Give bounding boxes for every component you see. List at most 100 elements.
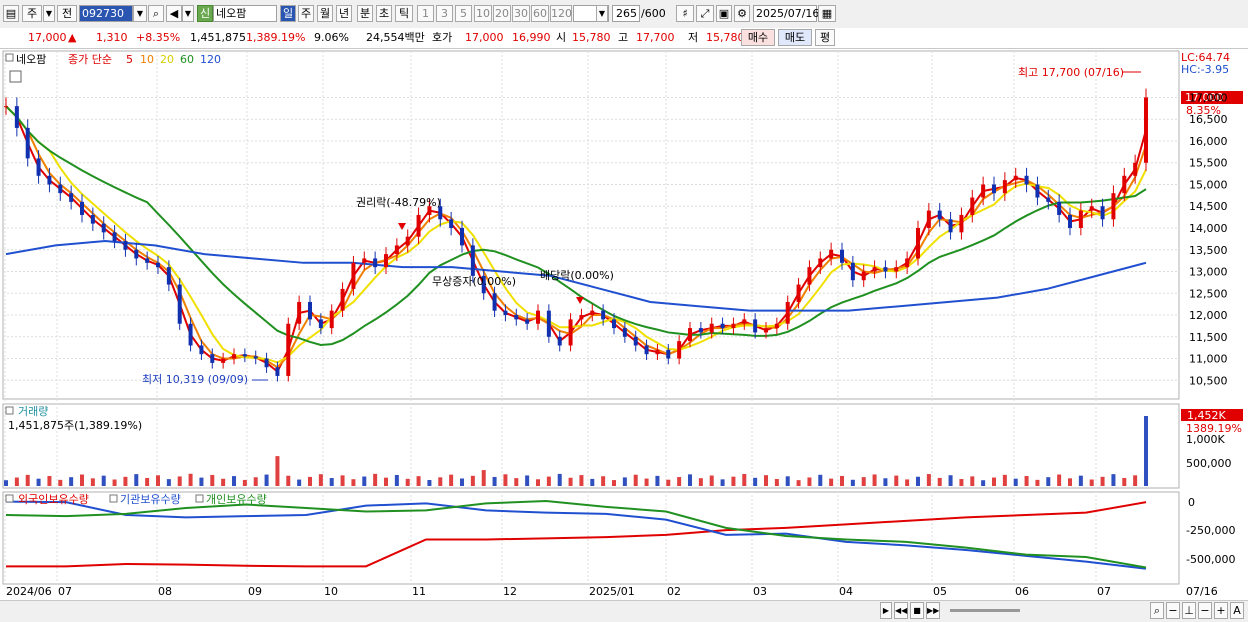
candle-body [883, 267, 888, 272]
gear-icon[interactable]: ⚙ [734, 5, 750, 22]
menu-left[interactable]: 주 [22, 5, 42, 22]
chart-area[interactable]: 네오팜 종가 단순 5 10 20 60 120 LC:64.74 HC:-3.… [0, 49, 1248, 603]
menu-left-dropdown-icon[interactable]: ▼ [43, 5, 55, 22]
volume-panel-box-icon[interactable] [5, 406, 14, 415]
candle-type-icon[interactable]: ♯ [676, 5, 694, 22]
speaker-icon[interactable]: ◀ [166, 5, 182, 22]
volume-bar [112, 479, 117, 486]
interval-10[interactable]: 10 [474, 5, 492, 22]
holding-panel-box-icon[interactable] [5, 494, 14, 503]
volume-bar [362, 476, 367, 486]
volume-bar [807, 477, 812, 486]
candle-body [1002, 180, 1007, 194]
minus2-icon[interactable]: − [1198, 602, 1212, 619]
interval-3[interactable]: 3 [436, 5, 453, 22]
eval-button[interactable]: 평 [815, 29, 835, 46]
candle-body [709, 323, 714, 333]
rewind-icon[interactable]: ◀◀ [894, 602, 908, 619]
volume-bar [546, 476, 551, 486]
zoom-slider[interactable] [950, 609, 1020, 612]
candle-body [405, 236, 410, 246]
search-icon[interactable]: ⌕ [148, 5, 164, 22]
candle-body [1111, 193, 1116, 220]
save-icon[interactable]: ▣ [716, 5, 732, 22]
ma-120-label: 120 [200, 53, 221, 66]
sell-button[interactable]: 매도 [778, 29, 812, 46]
interval-30[interactable]: 30 [512, 5, 530, 22]
low-annotation: 최저 10,319 (09/09) [142, 373, 248, 386]
draw-tool-icon[interactable]: ⤢ [696, 5, 714, 22]
volume-bar [470, 475, 475, 486]
chart-canvas[interactable]: 네오팜 종가 단순 5 10 20 60 120 LC:64.74 HC:-3.… [0, 49, 1248, 603]
minus-icon[interactable]: − [1166, 602, 1180, 619]
stock-name-field[interactable]: 네오팜 [213, 5, 277, 22]
scroll-right-icon[interactable]: ▶ [880, 602, 892, 619]
window-menu-icon[interactable]: ▤ [3, 5, 19, 22]
stock-code-input[interactable]: 092730 [79, 5, 133, 22]
candle-body [80, 201, 84, 215]
volume-bar [688, 474, 692, 486]
x-tick-label: 06 [1015, 585, 1029, 598]
menu-mid[interactable]: 전 [57, 5, 77, 22]
volume-bar [503, 474, 508, 486]
tab-second[interactable]: 초 [376, 5, 392, 22]
volume-bar [329, 478, 334, 486]
candle-body [470, 245, 475, 276]
volume-bar [232, 476, 236, 486]
interval-dropdown-icon[interactable]: ▼ [596, 5, 608, 22]
collapse-icon[interactable]: ⊥ [1182, 602, 1196, 619]
code-dropdown-icon[interactable]: ▼ [133, 5, 147, 22]
zoom-in-icon[interactable]: ⌕ [1150, 602, 1164, 619]
tab-day[interactable]: 일 [280, 5, 296, 22]
tab-minute[interactable]: 분 [357, 5, 373, 22]
volume-bar [774, 478, 779, 486]
legend-inst-box-icon [109, 494, 118, 503]
volume-bar [221, 478, 226, 486]
interval-5[interactable]: 5 [455, 5, 472, 22]
candle-body [90, 214, 95, 224]
interval-20[interactable]: 20 [493, 5, 511, 22]
volume-bar [883, 478, 888, 486]
volume-bar [156, 475, 160, 486]
volume-bar [666, 479, 671, 486]
holding-y-tick-0: 0 [1188, 496, 1195, 509]
candle-body [525, 319, 530, 324]
candle-body [981, 184, 986, 198]
interval-1[interactable]: 1 [417, 5, 434, 22]
event-bonus: 무상증자(0.00%) [432, 275, 516, 288]
panel-box-icon[interactable] [5, 53, 14, 62]
tab-week[interactable]: 주 [298, 5, 314, 22]
volume-bar [384, 477, 388, 486]
bid-label: 호가 [432, 31, 453, 44]
volume-bar [720, 479, 725, 486]
interval-60[interactable]: 60 [531, 5, 549, 22]
buy-button[interactable]: 매수 [741, 29, 775, 46]
tab-year[interactable]: 년 [336, 5, 352, 22]
volume-bar [970, 476, 975, 486]
date-input[interactable]: 2025/07/16 [753, 5, 819, 22]
fast-forward-icon[interactable]: ▶▶ [926, 602, 940, 619]
tab-month[interactable]: 월 [317, 5, 333, 22]
candle-body [579, 315, 584, 320]
volume-bar [394, 475, 399, 486]
calendar-icon[interactable]: ▦ [818, 5, 836, 22]
volume-bar [785, 476, 790, 486]
tab-tick[interactable]: 틱 [395, 5, 413, 22]
grid-toggle-icon[interactable] [9, 70, 22, 83]
volume-bar [199, 477, 204, 486]
legend-retail-box-icon [195, 494, 204, 503]
candle-body [318, 319, 323, 329]
stop-icon[interactable]: ■ [910, 602, 924, 619]
speaker-dropdown-icon[interactable]: ▼ [182, 5, 194, 22]
candle-body [123, 241, 128, 250]
plus-icon[interactable]: + [1214, 602, 1228, 619]
volume-bar [753, 477, 758, 486]
interval-120[interactable]: 120 [550, 5, 572, 22]
text-size-icon[interactable]: A [1230, 602, 1244, 619]
volume-bar [948, 475, 953, 486]
volume-bar [210, 474, 215, 486]
volume-bar [1046, 477, 1051, 486]
volume-bar [166, 479, 171, 486]
candle-body [1078, 210, 1083, 228]
count-input[interactable]: 265 [612, 5, 640, 22]
